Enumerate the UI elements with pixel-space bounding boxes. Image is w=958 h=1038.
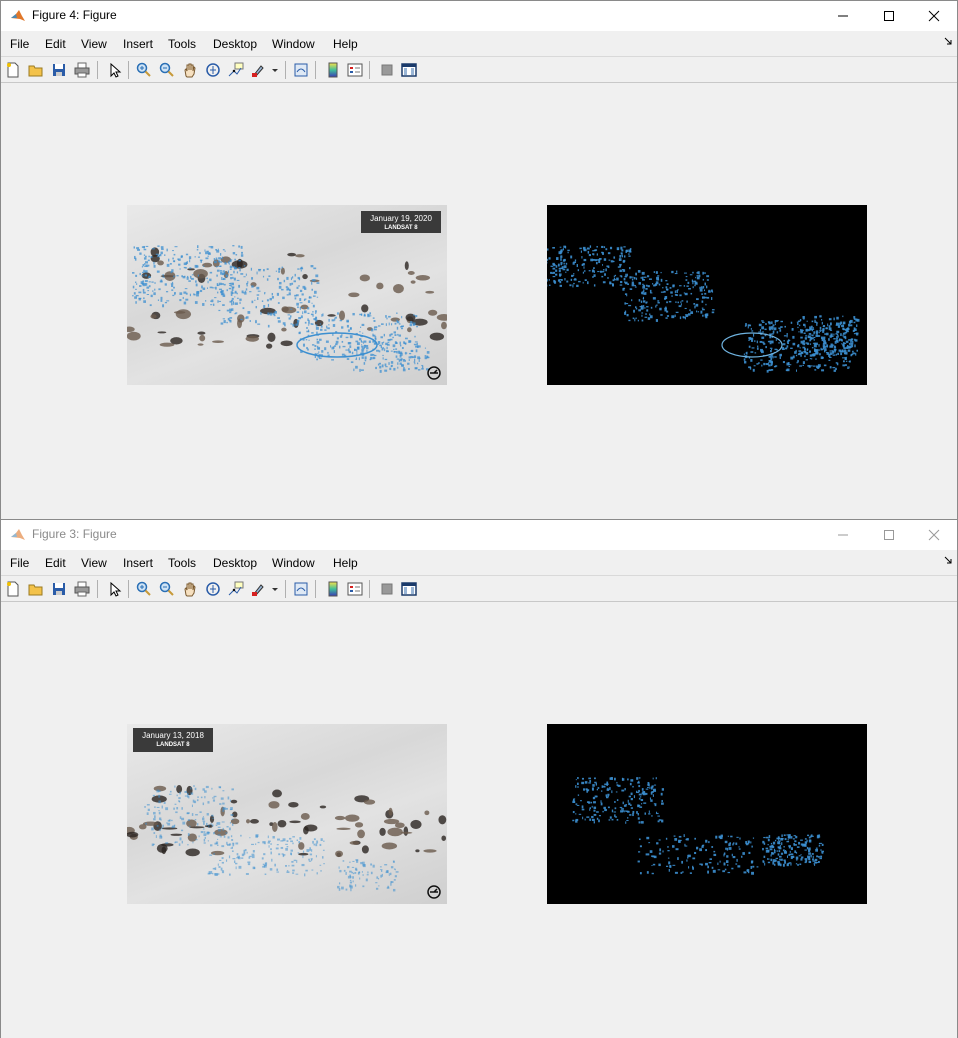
menu-window[interactable]: Window	[272, 556, 315, 570]
toolbar-separator	[97, 61, 98, 79]
toolbar-separator	[369, 580, 370, 598]
meltwater-mask-2020[interactable]	[547, 205, 867, 385]
new-figure-icon[interactable]	[3, 579, 23, 599]
close-button[interactable]	[911, 1, 957, 31]
new-figure-icon[interactable]	[3, 60, 23, 80]
brush-icon[interactable]	[249, 60, 269, 80]
menu-insert[interactable]: Insert	[123, 556, 153, 570]
insert-legend-icon[interactable]	[345, 60, 365, 80]
toolbar-separator	[315, 61, 316, 79]
toolbar-separator	[285, 580, 286, 598]
satellite-image-2018[interactable]: January 13, 2018 LANDSAT 8	[127, 724, 447, 904]
print-figure-icon[interactable]	[72, 579, 92, 599]
toolbar-separator	[315, 580, 316, 598]
figure-window-3: Figure 3: Figure File Edit View Insert T…	[0, 520, 958, 1038]
dock-arrow-icon[interactable]	[943, 555, 953, 565]
menu-desktop[interactable]: Desktop	[213, 37, 257, 51]
minimize-button[interactable]	[820, 520, 866, 550]
maximize-button[interactable]	[866, 520, 912, 550]
matlab-logo-icon	[11, 529, 25, 540]
data-cursor-icon[interactable]	[226, 60, 246, 80]
print-figure-icon[interactable]	[72, 60, 92, 80]
toolbar-separator	[97, 580, 98, 598]
mask-image-graphic	[572, 776, 825, 875]
satellite-text: LANDSAT 8	[384, 225, 418, 231]
title-bar[interactable]: Figure 3: Figure	[1, 520, 957, 550]
satellite-image-2020[interactable]: January 19, 2020 LANDSAT 8	[127, 205, 447, 385]
title-bar[interactable]: Figure 4: Figure	[1, 1, 957, 31]
insert-colorbar-icon[interactable]	[323, 60, 343, 80]
mask-image-graphic	[547, 245, 860, 373]
insert-legend-icon[interactable]	[345, 579, 365, 599]
figure-toolbar	[1, 56, 957, 83]
save-figure-icon[interactable]	[49, 60, 69, 80]
zoom-out-icon[interactable]	[157, 579, 177, 599]
window-title: Figure 4: Figure	[32, 8, 117, 22]
edit-plot-icon[interactable]	[104, 579, 124, 599]
rotate-3d-icon[interactable]	[203, 60, 223, 80]
link-plot-icon[interactable]	[291, 579, 311, 599]
menu-window[interactable]: Window	[272, 37, 315, 51]
date-text: January 19, 2020	[370, 214, 432, 223]
date-stamp: January 19, 2020 LANDSAT 8	[361, 211, 441, 233]
maximize-button[interactable]	[866, 1, 912, 31]
zoom-out-icon[interactable]	[157, 60, 177, 80]
hide-plot-tools-icon[interactable]	[377, 60, 397, 80]
menu-help[interactable]: Help	[333, 556, 358, 570]
north-arrow-icon	[427, 366, 441, 380]
link-plot-icon[interactable]	[291, 60, 311, 80]
date-stamp: January 13, 2018 LANDSAT 8	[133, 728, 213, 752]
data-cursor-icon[interactable]	[226, 579, 246, 599]
pan-icon[interactable]	[180, 579, 200, 599]
menu-bar: File Edit View Insert Tools Desktop Wind…	[1, 550, 957, 575]
edit-plot-icon[interactable]	[104, 60, 124, 80]
menu-view[interactable]: View	[81, 37, 107, 51]
window-title: Figure 3: Figure	[32, 527, 117, 541]
menu-file[interactable]: File	[10, 37, 29, 51]
menu-edit[interactable]: Edit	[45, 556, 66, 570]
brush-dropdown-icon[interactable]	[272, 588, 278, 592]
figure-window-4: Figure 4: Figure File Edit View Insert T…	[0, 0, 958, 520]
zoom-in-icon[interactable]	[134, 579, 154, 599]
menu-help[interactable]: Help	[333, 37, 358, 51]
toolbar-separator	[128, 61, 129, 79]
hide-plot-tools-icon[interactable]	[377, 579, 397, 599]
pan-icon[interactable]	[180, 60, 200, 80]
show-plot-tools-icon[interactable]	[399, 60, 419, 80]
toolbar-separator	[128, 580, 129, 598]
menu-insert[interactable]: Insert	[123, 37, 153, 51]
menu-tools[interactable]: Tools	[168, 37, 196, 51]
open-file-icon[interactable]	[26, 579, 46, 599]
menu-tools[interactable]: Tools	[168, 556, 196, 570]
date-text: January 13, 2018	[142, 731, 204, 740]
rotate-3d-icon[interactable]	[203, 579, 223, 599]
zoom-in-icon[interactable]	[134, 60, 154, 80]
brush-icon[interactable]	[249, 579, 269, 599]
show-plot-tools-icon[interactable]	[399, 579, 419, 599]
figure-toolbar	[1, 575, 957, 602]
brush-dropdown-icon[interactable]	[272, 69, 278, 73]
insert-colorbar-icon[interactable]	[323, 579, 343, 599]
toolbar-separator	[369, 61, 370, 79]
open-file-icon[interactable]	[26, 60, 46, 80]
figure-canvas: January 13, 2018 LANDSAT 8	[1, 603, 957, 1038]
figure-canvas: January 19, 2020 LANDSAT 8	[1, 84, 957, 519]
north-arrow-icon	[427, 885, 441, 899]
meltwater-mask-2018[interactable]	[547, 724, 867, 904]
satellite-text: LANDSAT 8	[156, 742, 190, 748]
menu-file[interactable]: File	[10, 556, 29, 570]
close-button[interactable]	[911, 520, 957, 550]
menu-edit[interactable]: Edit	[45, 37, 66, 51]
toolbar-separator	[285, 61, 286, 79]
minimize-button[interactable]	[820, 1, 866, 31]
menu-bar: File Edit View Insert Tools Desktop Wind…	[1, 31, 957, 56]
menu-desktop[interactable]: Desktop	[213, 556, 257, 570]
save-figure-icon[interactable]	[49, 579, 69, 599]
menu-view[interactable]: View	[81, 556, 107, 570]
dock-arrow-icon[interactable]	[943, 36, 953, 46]
matlab-logo-icon	[11, 10, 25, 21]
